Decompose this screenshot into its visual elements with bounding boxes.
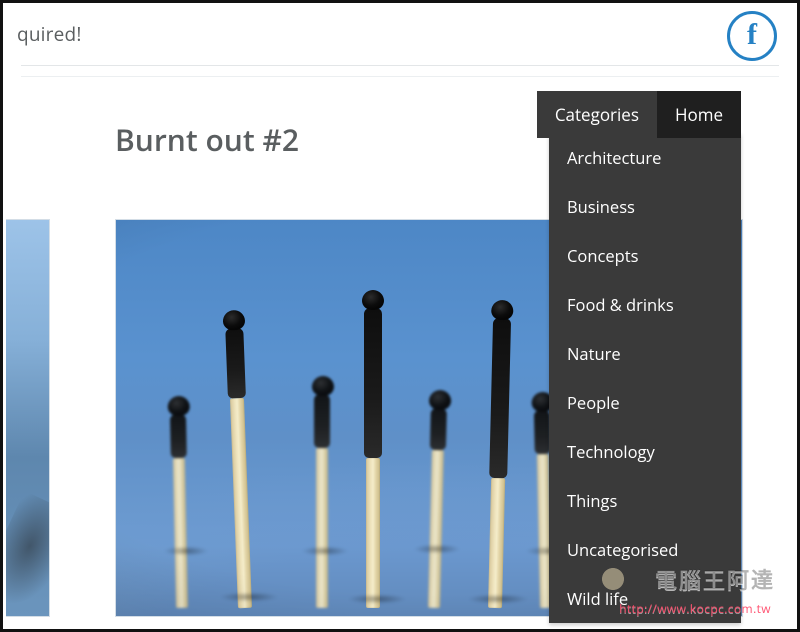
menu-item-business[interactable]: Business xyxy=(549,182,741,231)
watermark-url: http://www.kocpc.com.tw xyxy=(619,600,771,617)
tab-categories[interactable]: Categories xyxy=(537,91,657,138)
menu-item-concepts[interactable]: Concepts xyxy=(549,231,741,280)
primary-nav: Categories Home xyxy=(537,91,741,138)
tab-home[interactable]: Home xyxy=(657,91,741,138)
top-bar: quired! f xyxy=(3,3,797,65)
menu-item-technology[interactable]: Technology xyxy=(549,427,741,476)
prev-image-sliver[interactable] xyxy=(6,219,50,617)
divider xyxy=(21,65,779,66)
watermark-text-cn: 電腦王阿達 xyxy=(655,563,775,595)
menu-item-things[interactable]: Things xyxy=(549,476,741,525)
menu-item-nature[interactable]: Nature xyxy=(549,329,741,378)
menu-item-architecture[interactable]: Architecture xyxy=(549,133,741,182)
categories-dropdown: Architecture Business Concepts Food & dr… xyxy=(549,133,741,623)
facebook-link[interactable]: f xyxy=(727,11,777,61)
app-frame: quired! f Categories Home Architecture B… xyxy=(0,0,800,632)
facebook-icon: f xyxy=(747,20,757,50)
menu-item-food-drinks[interactable]: Food & drinks xyxy=(549,280,741,329)
menu-item-people[interactable]: People xyxy=(549,378,741,427)
cutoff-header-text: quired! xyxy=(17,21,82,47)
